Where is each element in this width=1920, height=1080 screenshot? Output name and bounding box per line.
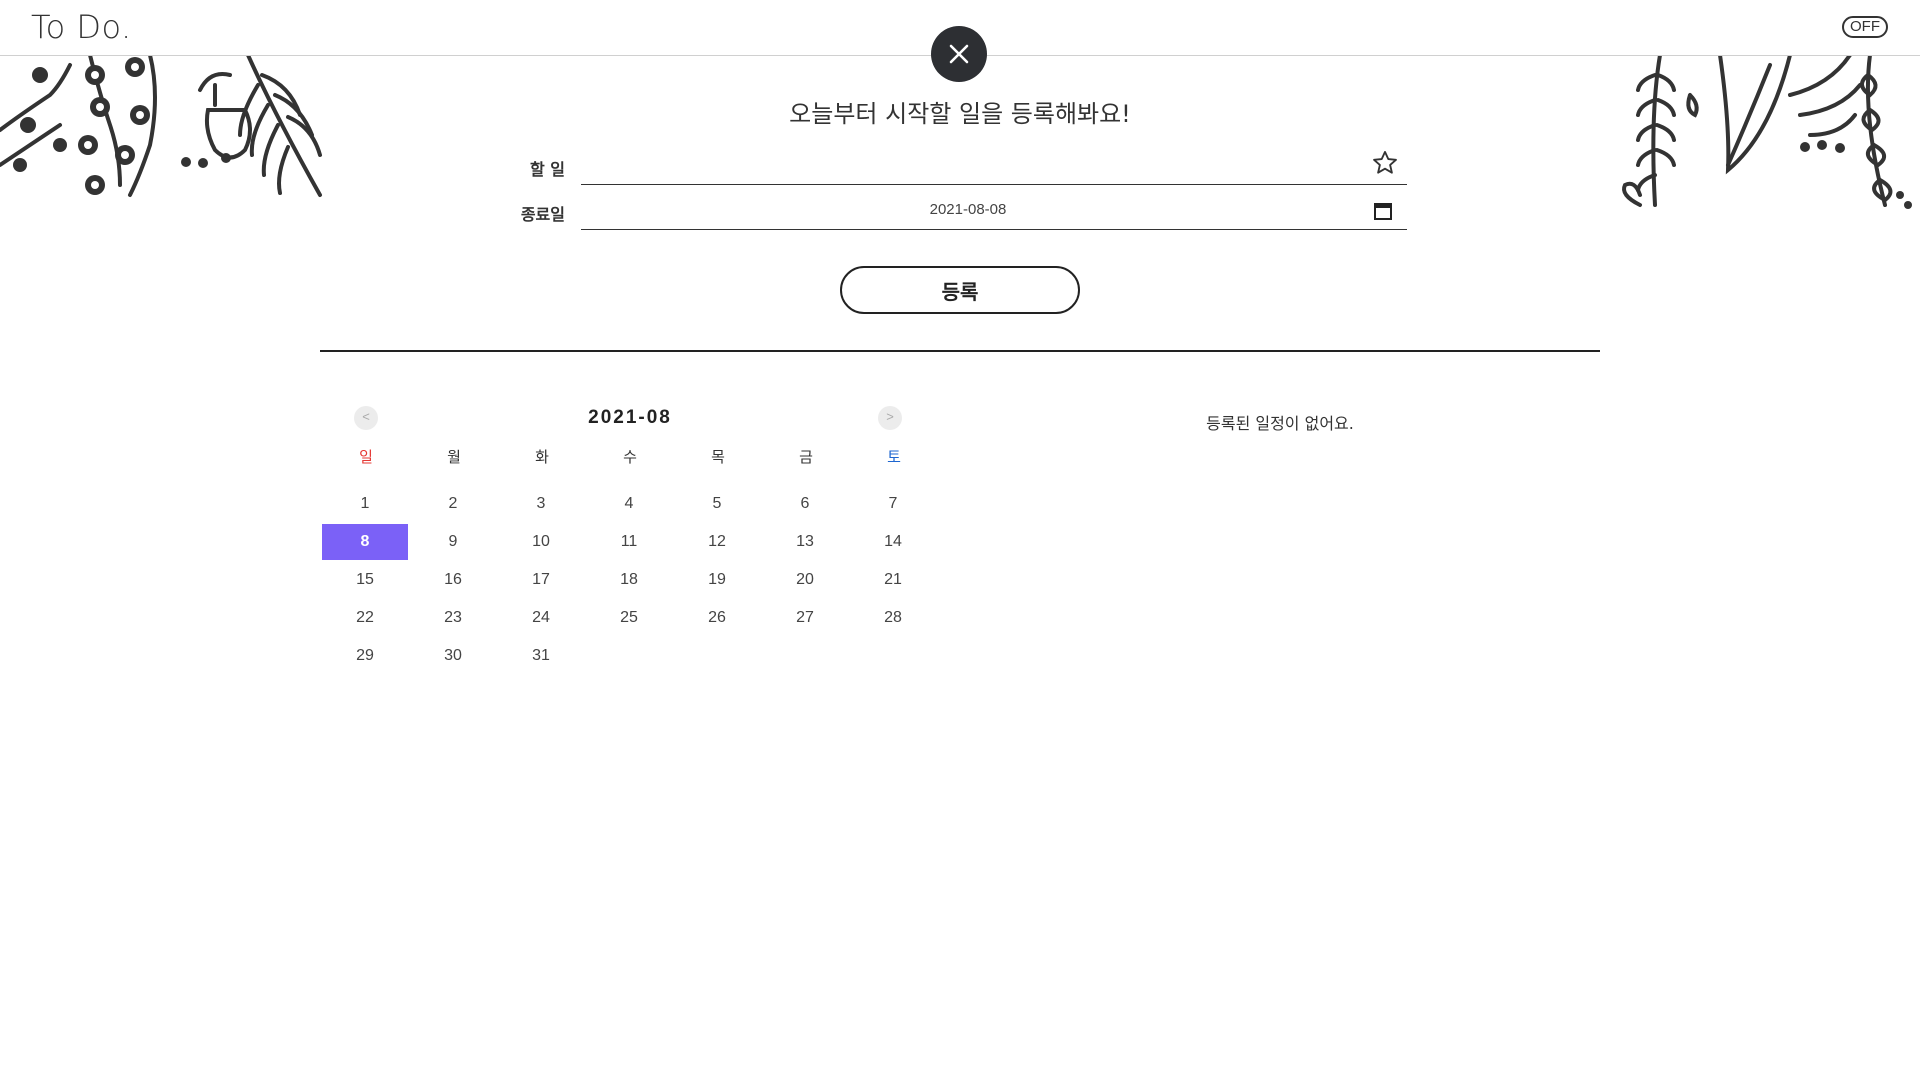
calendar-day-selected[interactable]: 8 [322, 524, 408, 560]
calendar-day[interactable]: 4 [586, 486, 672, 522]
close-icon [949, 44, 969, 64]
task-label: 할 일 [529, 160, 565, 179]
due-date-label: 종료일 [520, 205, 565, 224]
calendar-day[interactable]: 1 [322, 486, 408, 522]
calendar-day-empty [850, 638, 936, 674]
calendar-day-empty [674, 638, 760, 674]
calendar-day[interactable]: 7 [850, 486, 936, 522]
weekday-label: 목 [711, 448, 725, 466]
calendar-day[interactable]: 6 [762, 486, 848, 522]
calendar-day[interactable]: 13 [762, 524, 848, 560]
schedule-empty-message: 등록된 일정이 없어요. [1206, 414, 1354, 433]
weekday-label: 수 [623, 448, 637, 466]
weekday-label: 일 [359, 448, 373, 466]
calendar-month-title: 2021-08 [588, 407, 672, 428]
calendar-day[interactable]: 15 [322, 562, 408, 598]
leaf-decoration-right-icon [1622, 55, 1912, 209]
calendar-day[interactable]: 28 [850, 600, 936, 636]
calendar-day[interactable]: 16 [410, 562, 496, 598]
calendar-day[interactable]: 27 [762, 600, 848, 636]
calendar-day[interactable]: 3 [498, 486, 584, 522]
star-icon[interactable] [1371, 149, 1399, 177]
register-button[interactable]: 등록 [840, 266, 1080, 314]
calendar-day[interactable]: 20 [762, 562, 848, 598]
weekday-label: 금 [799, 448, 813, 466]
calendar-day[interactable]: 21 [850, 562, 936, 598]
calendar-grid: 일 월 화 수 목 금 토 1 2 3 4 5 6 7 8 9 10 11 12… [322, 446, 1202, 676]
form-headline: 오늘부터 시작할 일을 등록해봐요! [789, 100, 1131, 128]
calendar-day[interactable]: 17 [498, 562, 584, 598]
calendar-day[interactable]: 10 [498, 524, 584, 560]
weekday-label: 토 [887, 448, 901, 466]
calendar-icon[interactable] [1373, 201, 1393, 221]
calendar-day[interactable]: 5 [674, 486, 760, 522]
app-logo: To Do. [31, 8, 132, 46]
calendar-day[interactable]: 11 [586, 524, 672, 560]
due-date-value: 2021-08-08 [929, 201, 1007, 218]
calendar-week: 15 16 17 18 19 20 21 [322, 562, 1202, 600]
calendar-day[interactable]: 22 [322, 600, 408, 636]
calendar-day[interactable]: 9 [410, 524, 496, 560]
calendar-day[interactable]: 2 [410, 486, 496, 522]
leaf-decoration-left-icon [0, 55, 322, 197]
calendar-day[interactable]: 31 [498, 638, 584, 674]
calendar-week: 22 23 24 25 26 27 28 [322, 600, 1202, 638]
weekday-label: 월 [447, 448, 461, 466]
calendar-day[interactable]: 29 [322, 638, 408, 674]
calendar-day[interactable]: 25 [586, 600, 672, 636]
calendar-day-empty [762, 638, 848, 674]
task-input[interactable] [581, 151, 1407, 185]
calendar-day[interactable]: 12 [674, 524, 760, 560]
calendar-day[interactable]: 14 [850, 524, 936, 560]
calendar-day[interactable]: 30 [410, 638, 496, 674]
section-divider [320, 350, 1600, 352]
calendar-week: 29 30 31 [322, 638, 1202, 676]
calendar-day[interactable]: 24 [498, 600, 584, 636]
next-month-button[interactable]: > [878, 406, 902, 430]
calendar-day[interactable]: 19 [674, 562, 760, 598]
calendar-week: 8 9 10 11 12 13 14 [322, 524, 1202, 562]
weekday-label: 화 [535, 448, 549, 466]
calendar-week: 1 2 3 4 5 6 7 [322, 486, 1202, 524]
calendar-day[interactable]: 26 [674, 600, 760, 636]
theme-toggle[interactable]: OFF [1842, 16, 1888, 38]
calendar-day[interactable]: 23 [410, 600, 496, 636]
close-button[interactable] [931, 26, 987, 82]
calendar-day-empty [586, 638, 672, 674]
prev-month-button[interactable]: < [354, 406, 378, 430]
weekday-header-row: 일 월 화 수 목 금 토 [322, 446, 1202, 476]
calendar-day[interactable]: 18 [586, 562, 672, 598]
